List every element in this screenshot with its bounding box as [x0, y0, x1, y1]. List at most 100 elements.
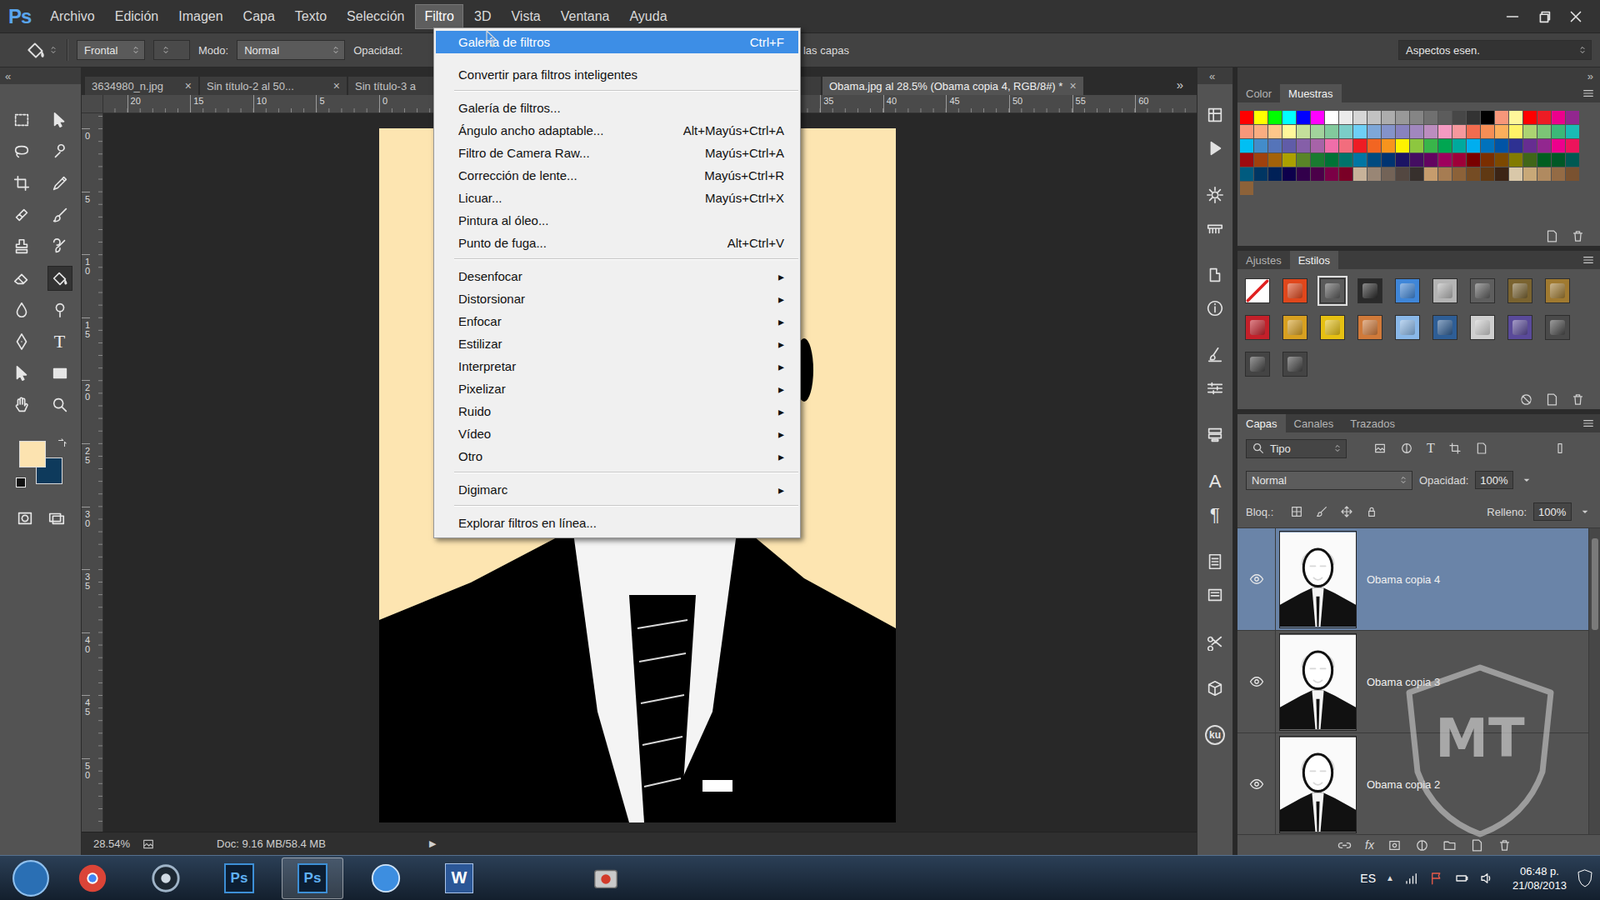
lock-pixels-icon[interactable]: [1315, 505, 1329, 519]
document-tab[interactable]: Sin título-2 al 50...×: [200, 76, 347, 95]
tool-button[interactable]: [47, 234, 73, 260]
swatch[interactable]: [1537, 110, 1551, 125]
menu-item[interactable]: Enfocar▸: [435, 310, 799, 333]
swatch[interactable]: [1268, 110, 1282, 125]
menu-item[interactable]: Filtro de Camera Raw...Mayús+Ctrl+A: [435, 141, 799, 165]
dock-button[interactable]: [1201, 181, 1229, 209]
swatch[interactable]: [1410, 167, 1424, 181]
swatch[interactable]: [1452, 153, 1466, 167]
swatch[interactable]: [1424, 153, 1438, 167]
scrollbar-thumb[interactable]: [1591, 538, 1599, 630]
dock-button[interactable]: [1201, 375, 1229, 402]
swatch[interactable]: [1254, 167, 1268, 181]
battery-icon[interactable]: [1454, 870, 1470, 886]
swatch[interactable]: [1353, 110, 1367, 125]
menu-item[interactable]: Ángulo ancho adaptable...Alt+Mayús+Ctrl+…: [435, 119, 799, 142]
menu-item[interactable]: Corrección de lente...Mayús+Ctrl+R: [435, 164, 799, 187]
swatch[interactable]: [1339, 139, 1353, 153]
swatch[interactable]: [1353, 153, 1367, 167]
swatch[interactable]: [1367, 153, 1381, 167]
document-tab[interactable]: 3634980_n.jpg×: [85, 76, 199, 95]
shield-icon[interactable]: [1576, 869, 1594, 888]
taskbar-app[interactable]: [135, 857, 197, 900]
layers-scrollbar[interactable]: [1588, 528, 1600, 835]
swatch[interactable]: [1395, 139, 1410, 153]
shape-filter-icon[interactable]: [1448, 441, 1462, 455]
swatch[interactable]: [1565, 167, 1580, 181]
swatch[interactable]: [1240, 181, 1254, 195]
swatch[interactable]: [1480, 167, 1495, 181]
pixel-filter-icon[interactable]: [1373, 441, 1387, 455]
dock-button[interactable]: [1201, 135, 1229, 162]
swatch[interactable]: [1537, 153, 1551, 167]
menu-item[interactable]: Pintura al óleo...: [435, 209, 799, 232]
style-swatch[interactable]: [1245, 351, 1270, 377]
swatch[interactable]: [1353, 139, 1367, 153]
tool-button[interactable]: [9, 360, 35, 386]
dock-button[interactable]: [1201, 581, 1229, 609]
tool-button[interactable]: [47, 170, 73, 196]
menu-title[interactable]: Vista: [501, 4, 550, 30]
panel-menu-icon[interactable]: [1581, 86, 1595, 100]
style-swatch[interactable]: [1245, 315, 1270, 340]
swatch[interactable]: [1466, 125, 1480, 139]
tool-button[interactable]: [9, 392, 35, 418]
quick-mask-icon[interactable]: [15, 509, 35, 528]
style-swatch[interactable]: [1320, 315, 1345, 340]
mask-icon[interactable]: [1387, 838, 1402, 853]
menu-item[interactable]: Pixelizar▸: [435, 377, 799, 400]
menu-item[interactable]: Distorsionar▸: [435, 287, 799, 310]
menu-item[interactable]: Galería de filtros...: [435, 96, 799, 120]
dock-button[interactable]: A: [1201, 468, 1229, 495]
style-swatch[interactable]: [1357, 278, 1383, 304]
swatch[interactable]: [1310, 139, 1325, 153]
swatch[interactable]: [1268, 153, 1282, 167]
fill-field[interactable]: 100%: [1533, 502, 1572, 521]
show-hidden-icons-button[interactable]: ▲: [1385, 873, 1395, 883]
swatch[interactable]: [1339, 153, 1353, 167]
swatch[interactable]: [1565, 153, 1580, 167]
style-swatch[interactable]: [1432, 278, 1458, 304]
swatch[interactable]: [1381, 167, 1395, 181]
swatch[interactable]: [1282, 167, 1296, 181]
swatch[interactable]: [1240, 139, 1254, 153]
blend-mode-dropdown[interactable]: Normal: [1245, 470, 1413, 490]
swatch[interactable]: [1438, 153, 1452, 167]
swatch[interactable]: [1325, 139, 1339, 153]
swatch[interactable]: [1268, 167, 1282, 181]
export-icon[interactable]: [141, 837, 155, 851]
taskbar-app[interactable]: Ps: [281, 857, 344, 900]
style-swatch[interactable]: [1470, 278, 1495, 304]
dock-button[interactable]: [1201, 548, 1229, 575]
swatch[interactable]: [1296, 139, 1310, 153]
swatch[interactable]: [1551, 125, 1565, 139]
swatch[interactable]: [1565, 110, 1580, 125]
swatch[interactable]: [1466, 110, 1480, 125]
panel-tab[interactable]: Trazados: [1341, 414, 1404, 433]
swatch[interactable]: [1495, 167, 1509, 181]
swatch[interactable]: [1268, 139, 1282, 153]
tab-close-button[interactable]: ×: [185, 79, 192, 93]
style-swatch[interactable]: [1395, 278, 1420, 304]
dock-button[interactable]: [1201, 261, 1229, 289]
menu-item[interactable]: Desenfocar▸: [435, 265, 799, 288]
swatch[interactable]: [1296, 153, 1310, 167]
dock-button[interactable]: [1201, 101, 1229, 129]
trash-icon[interactable]: [1570, 229, 1585, 244]
status-menu-button[interactable]: ▶: [429, 838, 436, 850]
link-icon[interactable]: [1337, 838, 1352, 853]
style-swatch[interactable]: [1245, 278, 1270, 304]
swatch[interactable]: [1353, 125, 1367, 139]
swatch[interactable]: [1254, 110, 1268, 125]
swatch[interactable]: [1410, 125, 1424, 139]
default-colors-icon[interactable]: [15, 477, 26, 488]
swatch[interactable]: [1367, 167, 1381, 181]
filter-toggle-icon[interactable]: [1553, 441, 1567, 455]
swatch[interactable]: [1438, 110, 1452, 125]
swatch[interactable]: [1395, 153, 1410, 167]
speaker-icon[interactable]: [1479, 870, 1495, 886]
menu-title[interactable]: 3D: [465, 4, 500, 30]
swatch[interactable]: [1254, 153, 1268, 167]
adjustment-icon[interactable]: [1415, 838, 1430, 853]
taskbar-app[interactable]: [501, 857, 564, 900]
